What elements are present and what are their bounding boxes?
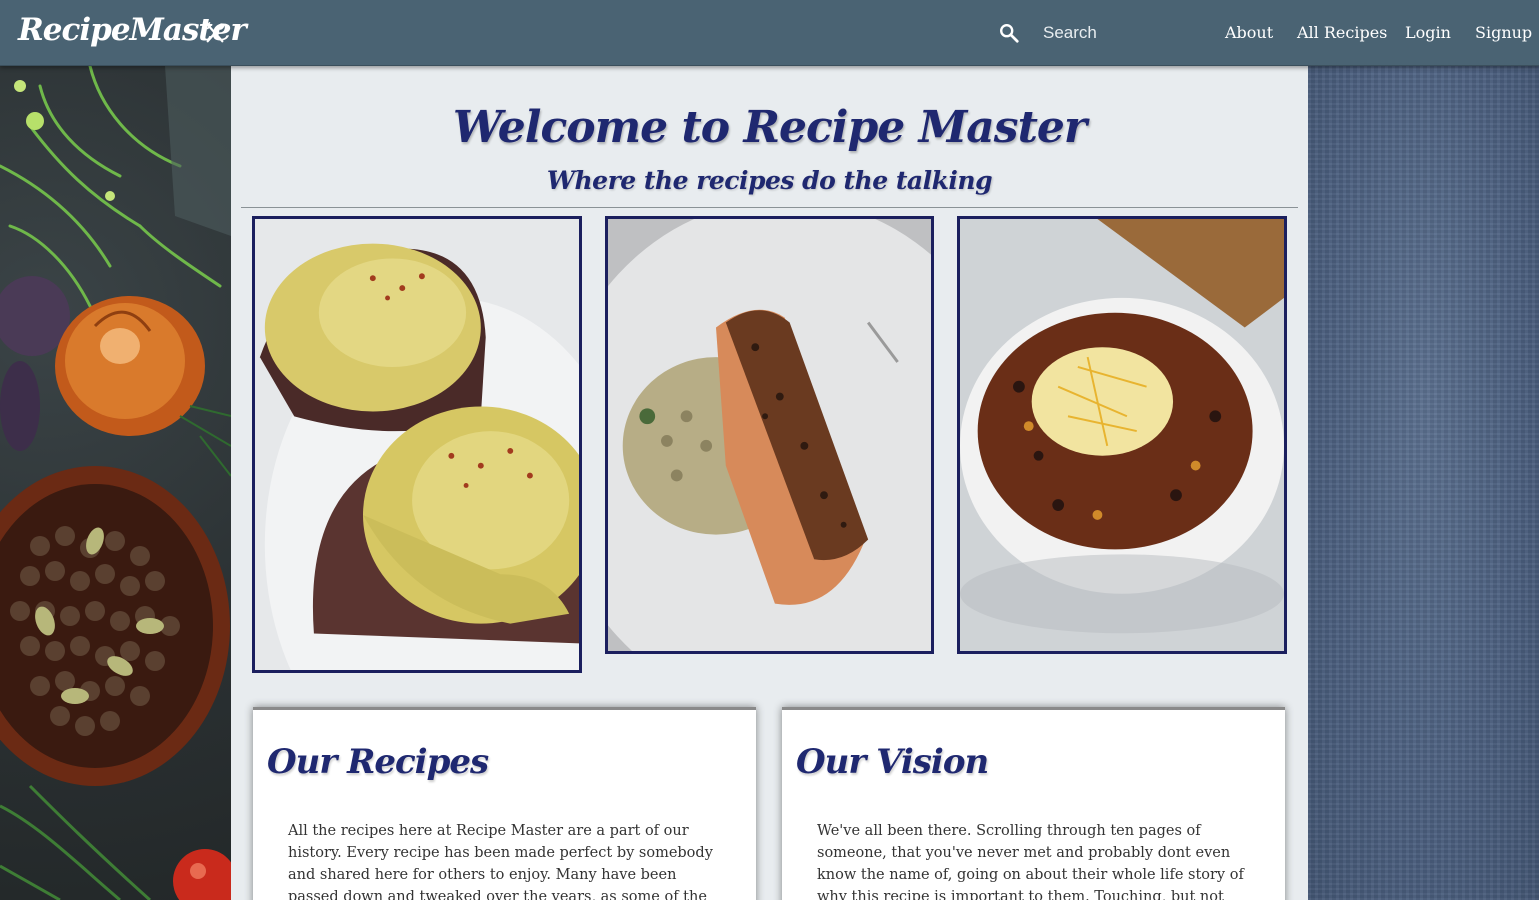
navbar: RecipeMaster About All Recipes Login Sig… xyxy=(0,0,1539,66)
utensils-crossed-icon xyxy=(205,22,225,43)
chili-bowl-image xyxy=(960,219,1284,651)
salmon-risotto-photo[interactable] xyxy=(605,216,934,654)
left-background-image xyxy=(0,66,231,900)
nav-link-all-recipes[interactable]: All Recipes xyxy=(1297,23,1387,42)
hero-subtitle: Where the recipes do the talking xyxy=(546,166,993,195)
eggs-benedict-photo[interactable] xyxy=(252,216,582,673)
our-vision-card: Our Vision We've all been there. Scrolli… xyxy=(782,707,1285,900)
hero-title: Welcome to Recipe Master xyxy=(452,102,1087,153)
card-title-our-recipes: Our Recipes xyxy=(267,742,489,782)
card-title-our-vision: Our Vision xyxy=(796,742,989,782)
salmon-risotto-image xyxy=(608,219,931,651)
nav-link-about[interactable]: About xyxy=(1225,23,1273,42)
right-background-texture xyxy=(1308,66,1539,900)
hero-divider xyxy=(241,207,1298,208)
search-icon[interactable] xyxy=(998,22,1020,44)
our-recipes-card: Our Recipes All the recipes here at Reci… xyxy=(253,707,756,900)
vegetables-illustration xyxy=(0,66,231,900)
eggs-benedict-image xyxy=(255,219,579,670)
card-text-our-vision: We've all been there. Scrolling through … xyxy=(817,823,1244,900)
chili-bowl-photo[interactable] xyxy=(957,216,1287,654)
card-text-our-recipes: All the recipes here at Recipe Master ar… xyxy=(288,823,713,900)
main-content: Welcome to Recipe Master Where the recip… xyxy=(231,66,1308,900)
nav-link-login[interactable]: Login xyxy=(1405,23,1451,42)
search-input[interactable] xyxy=(1033,18,1193,48)
nav-link-signup[interactable]: Signup xyxy=(1475,23,1532,42)
